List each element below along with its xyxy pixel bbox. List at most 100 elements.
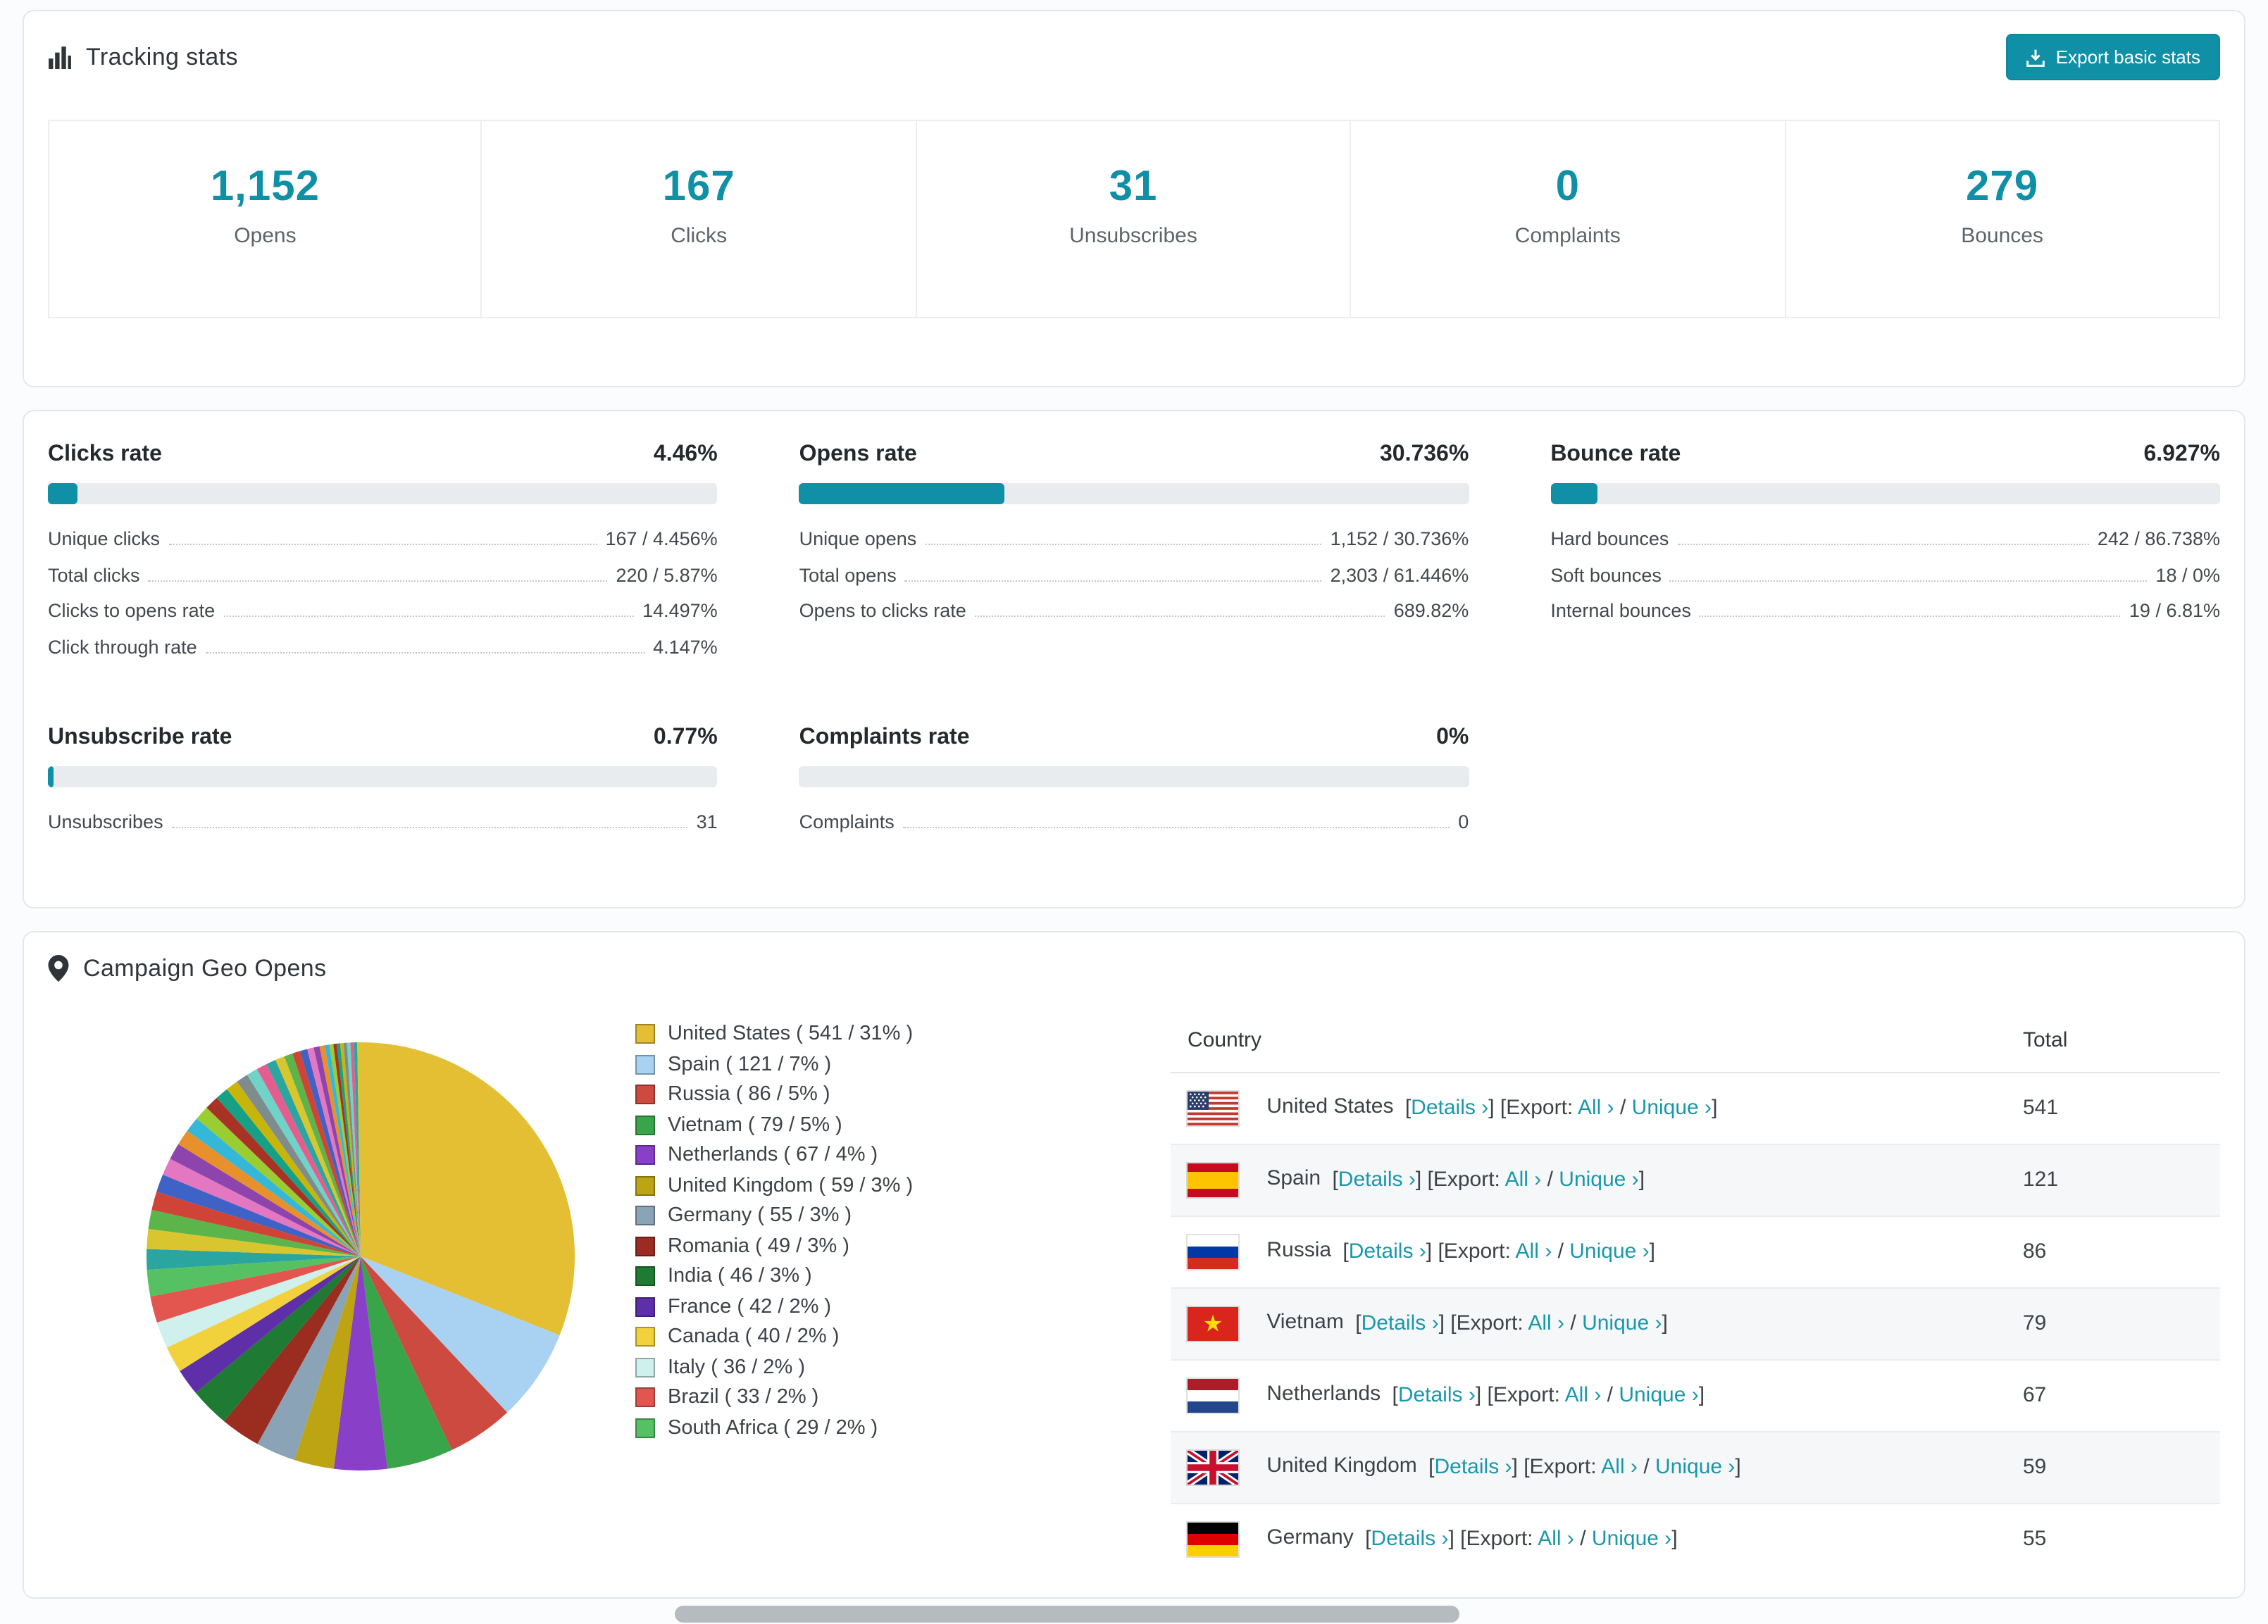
link-separator: / [1643, 1454, 1650, 1478]
legend-item: India ( 46 / 3% ) [635, 1261, 1069, 1292]
country-total: 121 [2006, 1143, 2220, 1216]
export-all-link[interactable]: All › [1516, 1239, 1552, 1263]
export-unique-link[interactable]: Unique › [1559, 1167, 1638, 1191]
stat-row-label: Internal bounces [1550, 600, 1691, 621]
stat-box-value: 279 [1966, 163, 2039, 210]
legend-label: Russia ( 86 / 5% ) [668, 1083, 830, 1106]
geo-table-row: Netherlands [Details ›] [Export: All › /… [1171, 1358, 2220, 1431]
export-all-link[interactable]: All › [1601, 1454, 1638, 1478]
stat-box-value: 31 [1109, 163, 1158, 210]
export-all-link[interactable]: All › [1538, 1526, 1574, 1550]
tracking-stats-title: Tracking stats [48, 43, 238, 71]
legend-item: Canada ( 40 / 2% ) [635, 1322, 1069, 1352]
legend-swatch [635, 1115, 655, 1135]
export-unique-link[interactable]: Unique › [1582, 1311, 1662, 1335]
dotted-leader [223, 616, 635, 617]
details-link[interactable]: Details › [1411, 1095, 1488, 1119]
bracket-close-2: ] [1735, 1454, 1741, 1478]
bracket-close: ] [1488, 1094, 1495, 1119]
legend-swatch [635, 1327, 655, 1347]
stat-box-label: Unsubscribes [1069, 224, 1197, 248]
legend-item: Italy ( 36 / 2% ) [635, 1352, 1069, 1382]
export-unique-link[interactable]: Unique › [1632, 1095, 1712, 1119]
stat-row-label: Total opens [799, 564, 897, 585]
stat-row-label: Total clicks [48, 564, 140, 585]
export-unique-link[interactable]: Unique › [1592, 1526, 1671, 1550]
bracket-close: ] [1475, 1382, 1482, 1406]
export-all-link[interactable]: All › [1565, 1382, 1602, 1406]
progress-bar [1550, 483, 2220, 504]
country-flag-icon [1188, 1378, 1238, 1412]
stat-row-value: 220 / 5.87% [616, 564, 718, 585]
stat-box: 167 Clicks [480, 120, 917, 318]
export-all-link[interactable]: All › [1578, 1095, 1614, 1119]
rate-card: Bounce rate 6.927% Hard bounces 242 / 86… [1550, 442, 2220, 672]
rate-title: Unsubscribe rate [48, 725, 232, 749]
stat-row-label: Soft bounces [1550, 564, 1662, 585]
dotted-leader [902, 827, 1450, 828]
details-link[interactable]: Details › [1349, 1239, 1426, 1263]
legend-swatch [635, 1206, 655, 1226]
export-unique-link[interactable]: Unique › [1569, 1239, 1649, 1263]
country-flag-icon [1188, 1163, 1238, 1197]
rate-card: Clicks rate 4.46% Unique clicks 167 / 4.… [48, 442, 718, 672]
dotted-leader [1677, 544, 2089, 545]
legend-label: India ( 46 / 3% ) [668, 1265, 812, 1288]
stat-row: Total clicks 220 / 5.87% [48, 564, 718, 585]
legend-swatch [635, 1418, 655, 1438]
details-link[interactable]: Details › [1362, 1311, 1439, 1335]
country-flag-icon [1188, 1306, 1238, 1340]
export-unique-link[interactable]: Unique › [1619, 1382, 1698, 1406]
link-separator: / [1607, 1382, 1613, 1406]
stat-row: Soft bounces 18 / 0% [1550, 564, 2220, 585]
export-button-label: Export basic stats [2055, 46, 2200, 68]
export-unique-link[interactable]: Unique › [1655, 1454, 1735, 1478]
country-total: 55 [2006, 1502, 2220, 1574]
bracket-close-2: ] [1649, 1238, 1655, 1263]
bracket-close: ] [1438, 1310, 1445, 1335]
stat-row-value: 242 / 86.738% [2097, 528, 2220, 549]
legend-swatch [635, 1054, 655, 1075]
stat-row: Opens to clicks rate 689.82% [799, 600, 1469, 621]
geo-table-row: Spain [Details ›] [Export: All › / Uniqu… [1171, 1143, 2220, 1216]
geo-table-row: United Kingdom [Details ›] [Export: All … [1171, 1430, 2220, 1503]
legend-label: Spain ( 121 / 7% ) [668, 1053, 832, 1076]
legend-item: United States ( 541 / 31% ) [635, 1019, 1069, 1049]
details-link[interactable]: Details › [1371, 1526, 1448, 1550]
country-total: 86 [2006, 1215, 2220, 1287]
rates-grid: Clicks rate 4.46% Unique clicks 167 / 4.… [48, 442, 2220, 847]
country-name: Germany [1266, 1525, 1354, 1550]
country-total: 541 [2006, 1071, 2220, 1144]
geo-pie-chart[interactable] [48, 1008, 635, 1574]
progress-bar-fill [48, 766, 54, 787]
progress-bar-fill [1550, 483, 1597, 504]
link-separator: / [1570, 1310, 1576, 1335]
legend-label: Canada ( 40 / 2% ) [668, 1325, 840, 1349]
geo-table-row: United States [Details ›] [Export: All ›… [1171, 1071, 2220, 1144]
geo-opens-card: Campaign Geo Opens United States ( 541 /… [23, 930, 2245, 1598]
geo-table-row: Vietnam [Details ›] [Export: All › / Uni… [1171, 1287, 2220, 1359]
bracket-close-2: ] [1671, 1525, 1678, 1550]
export-prefix: [Export: [1524, 1454, 1597, 1478]
bracket-close-2: ] [1698, 1382, 1705, 1406]
export-prefix: [Export: [1438, 1238, 1511, 1263]
details-link[interactable]: Details › [1398, 1382, 1476, 1406]
details-link[interactable]: Details › [1435, 1454, 1512, 1478]
geo-table: Country Total United States [Details ›] … [1171, 1008, 2220, 1574]
rate-value: 4.46% [653, 442, 718, 466]
stat-box-label: Bounces [1961, 224, 2043, 248]
stat-row: Clicks to opens rate 14.497% [48, 600, 718, 621]
rate-title: Bounce rate [1550, 442, 1681, 466]
details-link[interactable]: Details › [1338, 1167, 1416, 1191]
horizontal-scrollbar[interactable] [675, 1606, 1459, 1623]
country-flag-icon [1188, 1522, 1238, 1556]
stat-box-label: Complaints [1514, 224, 1621, 248]
tracking-stats-title-text: Tracking stats [86, 43, 238, 70]
legend-item: Romania ( 49 / 3% ) [635, 1231, 1069, 1261]
export-all-link[interactable]: All › [1505, 1167, 1542, 1191]
export-all-link[interactable]: All › [1528, 1311, 1564, 1335]
rates-card: Clicks rate 4.46% Unique clicks 167 / 4.… [23, 410, 2245, 908]
export-basic-stats-button[interactable]: Export basic stats [2006, 34, 2220, 80]
stat-row-value: 689.82% [1393, 600, 1469, 621]
tracking-stats-card: Tracking stats Export basic stats 1,152 … [23, 10, 2245, 387]
